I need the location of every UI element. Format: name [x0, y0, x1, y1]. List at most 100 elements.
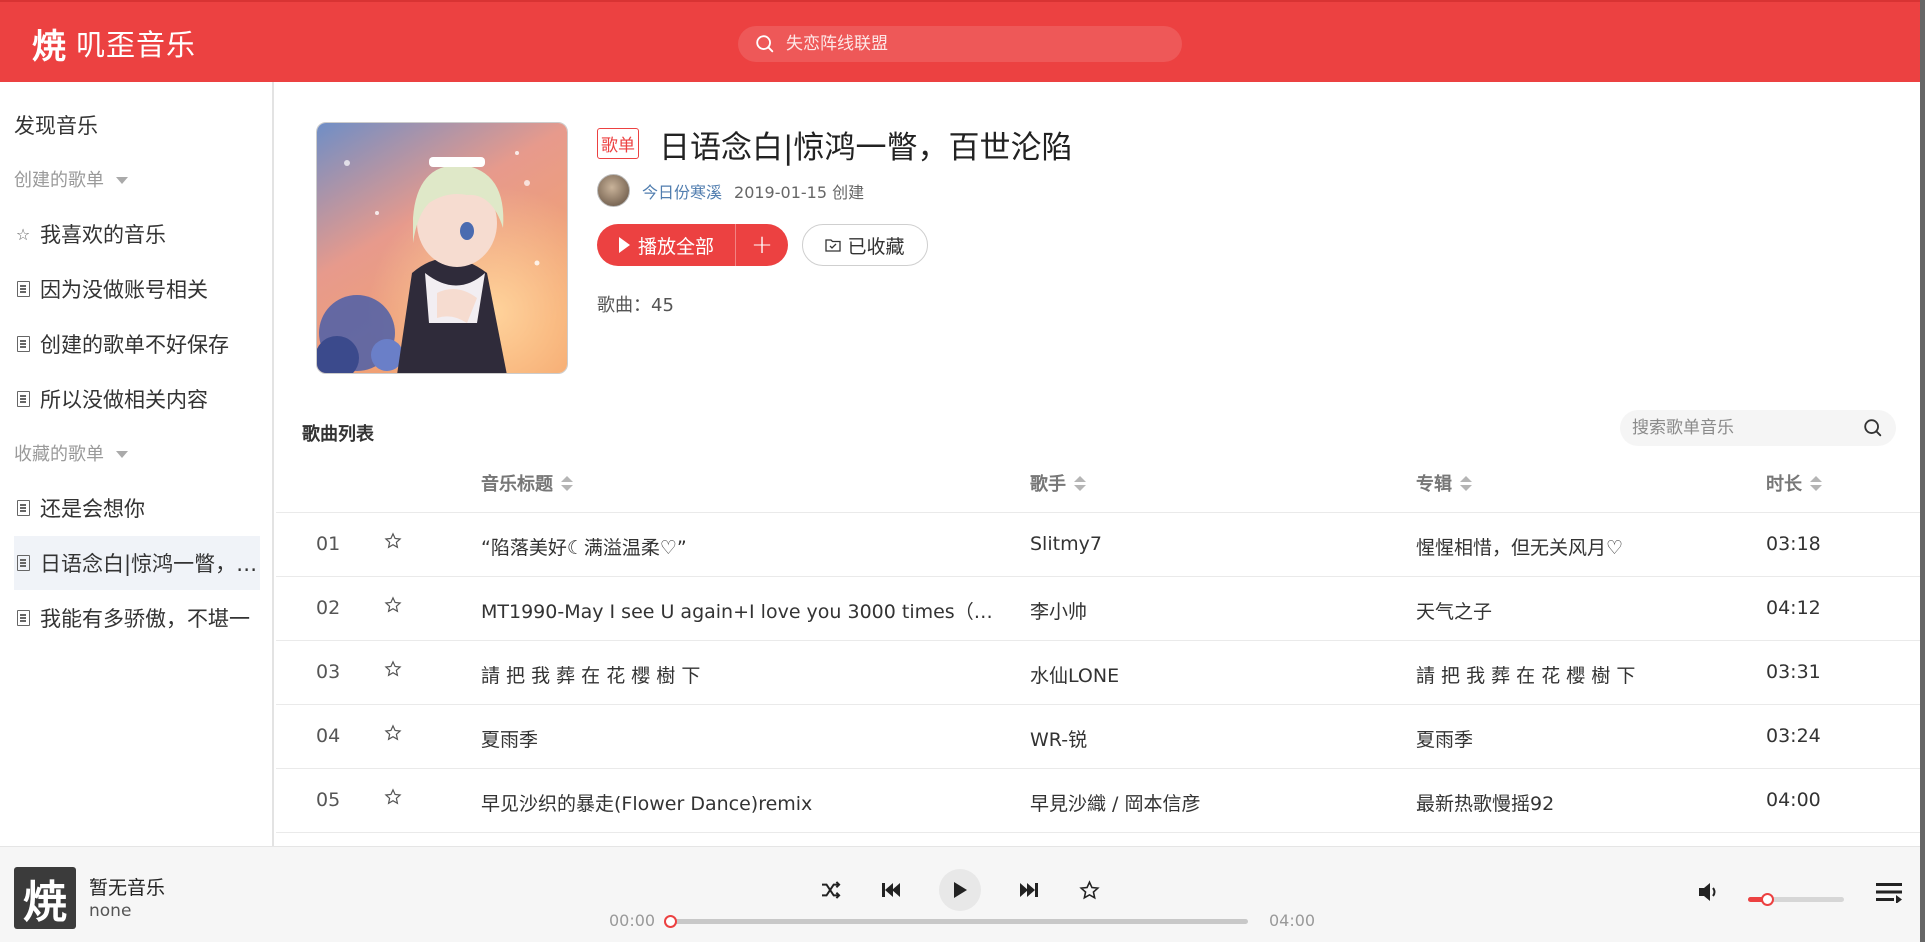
volume-handle[interactable] — [1761, 893, 1775, 906]
search-icon — [756, 35, 774, 53]
song-singer[interactable]: WR-锐 — [1030, 725, 1370, 752]
playlist-queue-button[interactable] — [1874, 879, 1904, 905]
song-singer[interactable]: Slitmy7 — [1030, 533, 1370, 555]
column-label: 时长 — [1766, 474, 1802, 495]
sidebar-item-label: 所以没做相关内容 — [40, 388, 208, 412]
now-playing-artist: none — [89, 901, 132, 921]
collected-button[interactable]: 已收藏 — [802, 224, 928, 266]
playlist-icon — [14, 500, 32, 516]
star-icon[interactable] — [384, 724, 402, 747]
star-icon[interactable] — [384, 596, 402, 619]
song-duration: 03:24 — [1766, 725, 1821, 747]
volume-slider[interactable] — [1748, 893, 1844, 906]
star-icon[interactable] — [384, 788, 402, 811]
table-row[interactable]: 03 請 把 我 葬 在 花 櫻 樹 下 水仙LONE 請 把 我 葬 在 花 … — [276, 640, 1920, 704]
song-album[interactable]: 請 把 我 葬 在 花 櫻 樹 下 — [1416, 661, 1736, 688]
playlist-search[interactable] — [1620, 410, 1896, 446]
sidebar-item-playlist[interactable]: 还是会想你 — [14, 481, 260, 535]
table-row[interactable]: 01 “陷落美好☾满溢温柔♡” Slitmy7 惺惺相惜，但无关风月♡ 03:1… — [276, 512, 1920, 576]
table-row[interactable]: 04 夏雨季 WR-锐 夏雨季 03:24 — [276, 704, 1920, 768]
sidebar-item-playlist-active[interactable]: 日语念白|惊鸿一瞥，百世沦陷 — [14, 536, 260, 590]
play-button[interactable] — [939, 869, 981, 911]
song-title: 早见沙织的暴走(Flower Dance)remix — [481, 793, 813, 815]
song-title: “陷落美好☾满溢温柔♡” — [481, 537, 687, 559]
previous-button[interactable] — [878, 869, 904, 911]
volume-button[interactable] — [1696, 879, 1722, 905]
sort-icon — [1074, 475, 1086, 491]
now-playing-title: 暂无音乐 — [89, 877, 166, 899]
song-singer[interactable]: 李小帅 — [1030, 597, 1370, 624]
star-icon[interactable] — [384, 532, 402, 555]
playlist-icon — [14, 555, 32, 571]
column-header-singer[interactable]: 歌手 — [1030, 470, 1086, 496]
now-playing-cover[interactable]: 焼 — [14, 867, 76, 929]
column-header-album[interactable]: 专辑 — [1416, 470, 1472, 496]
song-album[interactable]: 最新热歌慢摇92 — [1416, 789, 1736, 816]
avatar[interactable] — [597, 174, 630, 207]
progress-bar[interactable] — [664, 915, 1248, 928]
creator-name-link[interactable]: 今日份寒溪 — [642, 179, 722, 203]
previous-icon — [882, 883, 900, 897]
sidebar-item-playlist[interactable]: 创建的歌单不好保存 — [14, 317, 260, 371]
column-header-duration[interactable]: 时长 — [1766, 470, 1822, 496]
sidebar-item-playlist[interactable]: 我能有多骄傲，不堪一 — [14, 591, 260, 645]
song-duration: 04:00 — [1766, 789, 1821, 811]
playlist-icon — [14, 610, 32, 626]
global-search-input[interactable] — [786, 34, 1146, 54]
chevron-down-icon — [116, 450, 128, 458]
logo-mark: 焼 — [32, 26, 66, 67]
next-button[interactable] — [1016, 869, 1042, 911]
song-album[interactable]: 夏雨季 — [1416, 725, 1736, 752]
collected-playlists-header[interactable]: 收藏的歌单 — [14, 440, 128, 466]
row-number: 04 — [316, 725, 341, 747]
song-album[interactable]: 天气之子 — [1416, 597, 1736, 624]
main-content: 歌单 日语念白|惊鸿一瞥，百世沦陷 今日份寒溪 2019-01-15 创建 播放… — [276, 82, 1920, 846]
sidebar-item-liked[interactable]: ☆ 我喜欢的音乐 — [14, 207, 260, 261]
table-row[interactable]: 02 MT1990-May I see U again+I love you 3… — [276, 576, 1920, 640]
row-number: 02 — [316, 597, 341, 619]
created-playlists-header[interactable]: 创建的歌单 — [14, 166, 128, 192]
star-icon[interactable] — [384, 660, 402, 683]
play-all-button-group: 播放全部 + — [597, 224, 788, 266]
column-label: 歌手 — [1030, 474, 1066, 495]
top-header: 焼 叽歪音乐 — [0, 0, 1920, 82]
song-singer[interactable]: 早見沙織 / 岡本信彦 — [1030, 789, 1370, 816]
sort-icon — [1460, 475, 1472, 491]
window-edge — [1920, 0, 1925, 942]
collected-playlists-label: 收藏的歌单 — [14, 444, 104, 465]
table-row[interactable]: 05 早见沙织的暴走(Flower Dance)remix 早見沙織 / 岡本信… — [276, 768, 1920, 832]
next-icon — [1020, 883, 1038, 897]
sidebar-item-discover[interactable]: 发现音乐 — [14, 110, 98, 140]
favorite-button[interactable] — [1076, 869, 1102, 911]
play-all-label: 播放全部 — [638, 235, 715, 258]
column-header-title[interactable]: 音乐标题 — [481, 470, 573, 496]
play-icon — [954, 882, 967, 898]
shuffle-button[interactable] — [818, 869, 844, 911]
sort-icon — [1810, 475, 1822, 491]
playlist-cover-image — [316, 122, 568, 374]
sidebar-item-label: 我喜欢的音乐 — [40, 223, 166, 247]
global-search[interactable] — [738, 26, 1182, 62]
song-singer[interactable]: 水仙LONE — [1030, 661, 1370, 688]
progress-handle[interactable] — [664, 915, 677, 928]
column-label: 音乐标题 — [481, 474, 553, 495]
song-duration: 03:18 — [1766, 533, 1821, 555]
sidebar-item-playlist[interactable]: 所以没做相关内容 — [14, 372, 260, 426]
add-all-button[interactable]: + — [736, 230, 788, 260]
folder-check-icon — [825, 239, 842, 252]
queue-list-icon — [1876, 883, 1902, 903]
song-duration: 03:31 — [1766, 661, 1821, 683]
song-album[interactable]: 惺惺相惜，但无关风月♡ — [1416, 533, 1736, 560]
search-icon[interactable] — [1862, 417, 1884, 439]
created-playlists-label: 创建的歌单 — [14, 170, 104, 191]
play-all-button[interactable]: 播放全部 — [597, 224, 735, 266]
playlist-title: 日语念白|惊鸿一瞥，百世沦陷 — [659, 130, 1073, 166]
song-title: MT1990-May I see U again+I love you 3000… — [481, 601, 1001, 623]
star-icon — [1078, 879, 1100, 899]
row-number: 01 — [316, 533, 341, 555]
playlist-search-input[interactable] — [1632, 418, 1852, 438]
song-list-title: 歌曲列表 — [302, 424, 374, 445]
app-logo[interactable]: 焼 叽歪音乐 — [26, 20, 196, 67]
sidebar-item-playlist[interactable]: 因为没做账号相关 — [14, 262, 260, 316]
player-bar: 焼 暂无音乐 none 00:00 04:00 — [0, 846, 1920, 942]
